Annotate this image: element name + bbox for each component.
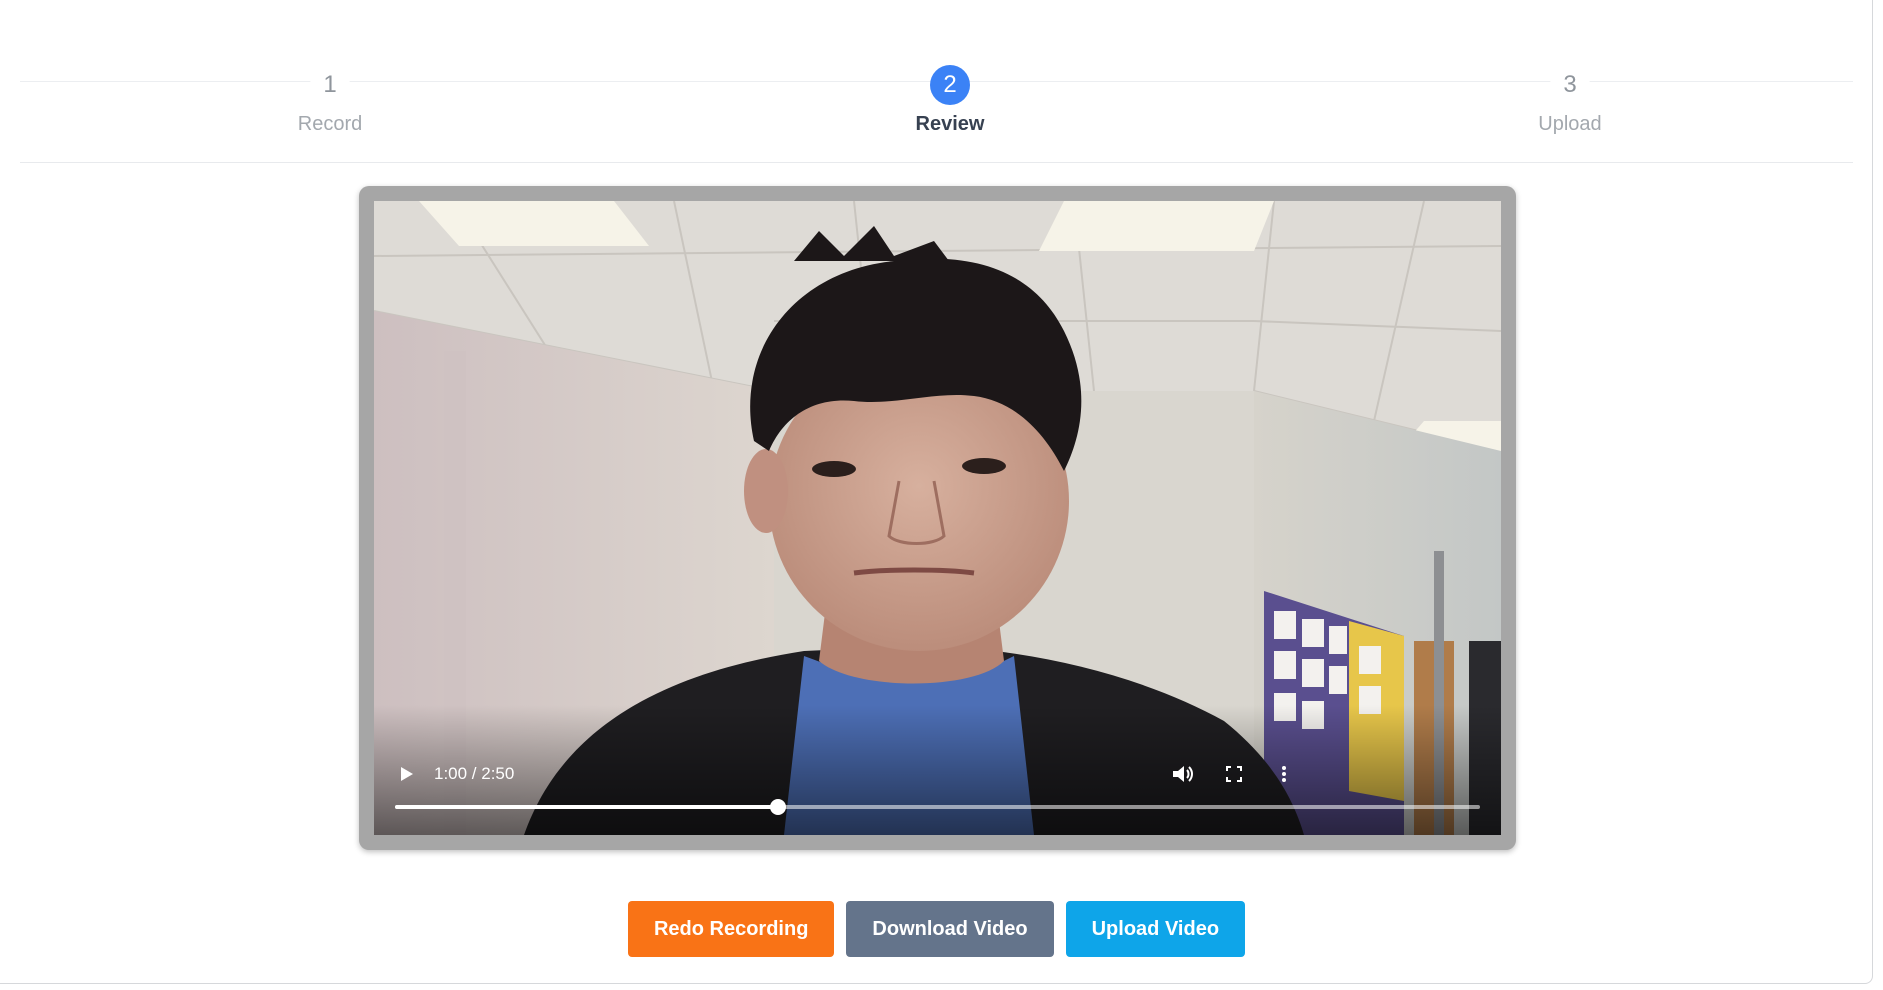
redo-recording-button[interactable]: Redo Recording (627, 901, 835, 957)
step-record[interactable]: 1 Record (220, 65, 440, 136)
time-display: 1:00 / 2:50 (434, 764, 515, 783)
fullscreen-button[interactable] (1222, 763, 1246, 785)
page: 1 Record 2 Review 3 Upload 1:00 / 2:50 R… (0, 0, 1883, 990)
step-upload[interactable]: 3 Upload (1460, 65, 1680, 136)
step-upload-label: Upload (1538, 113, 1602, 135)
volume-button[interactable] (1171, 763, 1195, 785)
step-upload-number: 3 (1550, 65, 1590, 105)
progress-bar[interactable] (395, 799, 1480, 815)
fullscreen-icon (1226, 766, 1242, 782)
step-record-number: 1 (310, 65, 350, 105)
video-player[interactable]: 1:00 / 2:50 (374, 201, 1501, 835)
step-review-label: Review (915, 113, 985, 135)
volume-icon (1173, 766, 1193, 782)
progress-fill (395, 805, 778, 809)
step-review-number: 2 (930, 65, 970, 105)
step-review[interactable]: 2 Review (840, 65, 1060, 136)
play-button[interactable] (396, 763, 418, 785)
progress-thumb[interactable] (770, 799, 786, 815)
stepper-divider (20, 162, 1853, 163)
controls-overlay (374, 705, 1501, 835)
download-video-button[interactable]: Download Video (846, 901, 1054, 957)
upload-video-button[interactable]: Upload Video (1065, 901, 1246, 957)
more-options-button[interactable] (1272, 763, 1296, 785)
recorder-card: 1 Record 2 Review 3 Upload 1:00 / 2:50 R… (0, 0, 1873, 984)
more-options-icon (1282, 766, 1286, 782)
video-frame: 1:00 / 2:50 (359, 186, 1516, 850)
play-icon (401, 767, 413, 781)
step-record-label: Record (297, 113, 363, 135)
action-buttons: Redo Recording Download Video Upload Vid… (0, 901, 1873, 957)
stepper: 1 Record 2 Review 3 Upload (20, 55, 1853, 165)
